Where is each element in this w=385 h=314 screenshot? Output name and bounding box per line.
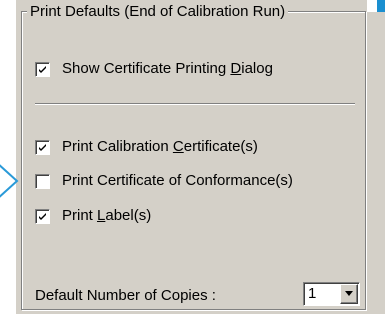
- dropdown-button[interactable]: [340, 284, 358, 304]
- show-certificate-dialog-checkbox[interactable]: [35, 61, 50, 77]
- check-icon: [39, 143, 46, 151]
- print-calibration-certificate-checkbox[interactable]: [35, 139, 50, 155]
- print-label-checkbox[interactable]: [35, 208, 50, 224]
- print-calibration-certificate-option[interactable]: Print Calibration Certificate(s): [35, 137, 258, 157]
- default-copies-value: 1: [308, 285, 317, 302]
- separator: [35, 103, 355, 104]
- print-calibration-certificate-label: Print Calibration Certificate(s): [62, 138, 258, 155]
- show-certificate-dialog-label: Show Certificate Printing Dialog: [62, 60, 273, 77]
- print-certificate-of-conformance-option[interactable]: Print Certificate of Conformance(s): [35, 171, 293, 191]
- print-label-label: Print Label(s): [62, 207, 152, 224]
- check-icon: [39, 212, 46, 220]
- check-icon: [39, 65, 46, 73]
- print-label-option[interactable]: Print Label(s): [35, 206, 151, 226]
- group-title: Print Defaults (End of Calibration Run): [27, 2, 289, 22]
- show-certificate-dialog-option[interactable]: Show Certificate Printing Dialog: [35, 59, 273, 79]
- default-copies-label: Default Number of Copies :: [35, 287, 216, 304]
- print-certificate-of-conformance-label: Print Certificate of Conformance(s): [62, 172, 293, 189]
- print-defaults-group: [21, 11, 366, 310]
- screenshot-stage: Print Defaults (End of Calibration Run) …: [0, 0, 385, 314]
- corner-accent-icon: [367, 0, 385, 12]
- print-certificate-of-conformance-checkbox[interactable]: [35, 173, 50, 189]
- chevron-down-icon: [345, 291, 353, 296]
- default-copies-select[interactable]: 1: [303, 282, 360, 306]
